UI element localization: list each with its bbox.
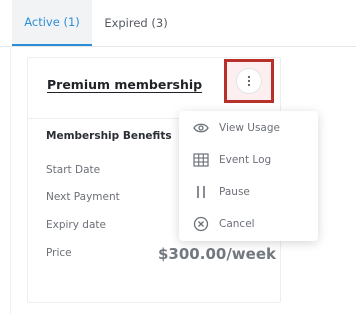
menu-item-label: Cancel [219,218,255,230]
menu-item-event-log[interactable]: Event Log [179,144,318,176]
menu-item-label: Event Log [219,154,272,166]
cancel-circle-icon [193,216,209,232]
kebab-icon [236,68,262,94]
next-payment-label: Next Payment [46,191,120,203]
benefits-heading: Membership Benefits [46,130,172,142]
menu-item-cancel[interactable]: Cancel [179,208,318,240]
tab-active-label: Active (1) [24,15,80,29]
start-date-label: Start Date [46,164,101,176]
menu-item-label: View Usage [219,122,280,134]
price-label: Price [46,247,72,259]
grid-icon [193,152,209,168]
expiry-date-label: Expiry date [46,219,106,231]
eye-icon [193,120,209,136]
membership-panel: Active (1) Expired (3) Premium membershi… [0,0,356,314]
tab-active[interactable]: Active (1) [12,0,92,46]
tab-bar: Active (1) Expired (3) [0,0,356,47]
pause-icon [193,184,209,200]
tab-expired[interactable]: Expired (3) [96,0,176,46]
membership-title[interactable]: Premium membership [47,77,202,92]
menu-item-label: Pause [219,186,250,198]
price-value: $300.00/week [158,245,276,263]
tab-expired-label: Expired (3) [104,16,168,30]
more-options-button[interactable] [224,59,274,103]
options-menu: View Usage Event Log Pause Cancel [179,111,318,241]
left-rail [10,46,11,314]
menu-item-pause[interactable]: Pause [179,176,318,208]
menu-item-view-usage[interactable]: View Usage [179,112,318,144]
